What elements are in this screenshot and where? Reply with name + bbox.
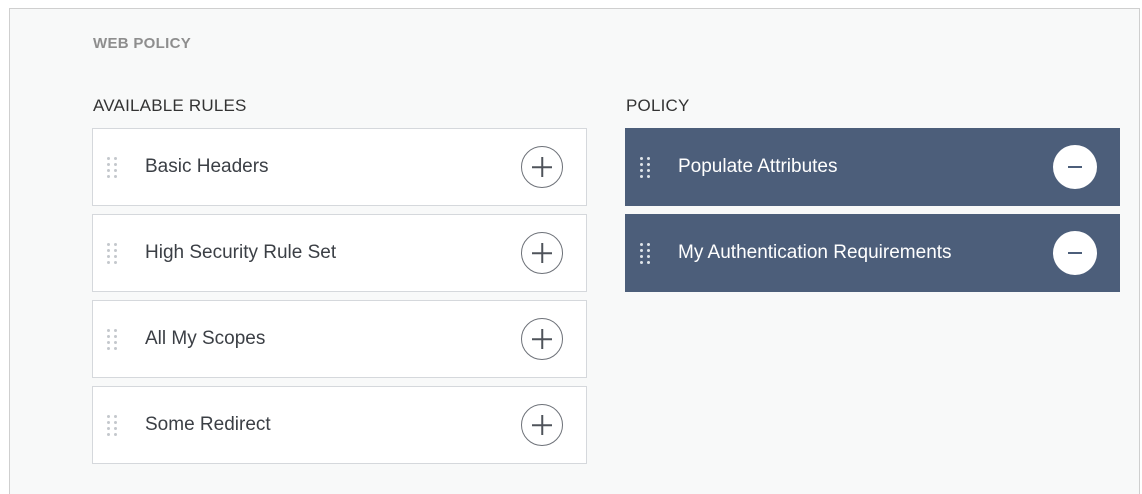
section-title: WEB POLICY xyxy=(93,35,192,52)
add-rule-button[interactable] xyxy=(521,146,563,188)
drag-handle-icon[interactable] xyxy=(640,156,652,178)
policy-heading: POLICY xyxy=(626,96,690,115)
rule-label: High Security Rule Set xyxy=(145,242,337,263)
available-rules-heading: AVAILABLE RULES xyxy=(93,96,247,115)
rule-label: Basic Headers xyxy=(145,156,269,177)
available-rule-item[interactable]: Basic Headers xyxy=(92,128,587,206)
available-rule-item[interactable]: High Security Rule Set xyxy=(92,214,587,292)
drag-handle-icon[interactable] xyxy=(107,242,119,264)
drag-handle-icon[interactable] xyxy=(107,414,119,436)
available-rule-item[interactable]: Some Redirect xyxy=(92,386,587,464)
rule-label: My Authentication Requirements xyxy=(678,242,952,263)
rule-label: Some Redirect xyxy=(145,414,271,435)
drag-handle-icon[interactable] xyxy=(107,328,119,350)
rule-label: Populate Attributes xyxy=(678,156,838,177)
add-rule-button[interactable] xyxy=(521,404,563,446)
available-rules-list: Basic Headers High Security Rule Set All… xyxy=(92,128,587,464)
drag-handle-icon[interactable] xyxy=(640,242,652,264)
available-rule-item[interactable]: All My Scopes xyxy=(92,300,587,378)
policy-rule-item[interactable]: My Authentication Requirements xyxy=(625,214,1120,292)
rule-label: All My Scopes xyxy=(145,328,266,349)
drag-handle-icon[interactable] xyxy=(107,156,119,178)
add-rule-button[interactable] xyxy=(521,232,563,274)
remove-rule-button[interactable] xyxy=(1053,231,1097,275)
policy-list: Populate Attributes My Authentication Re… xyxy=(625,128,1120,292)
policy-rule-item[interactable]: Populate Attributes xyxy=(625,128,1120,206)
remove-rule-button[interactable] xyxy=(1053,145,1097,189)
add-rule-button[interactable] xyxy=(521,318,563,360)
